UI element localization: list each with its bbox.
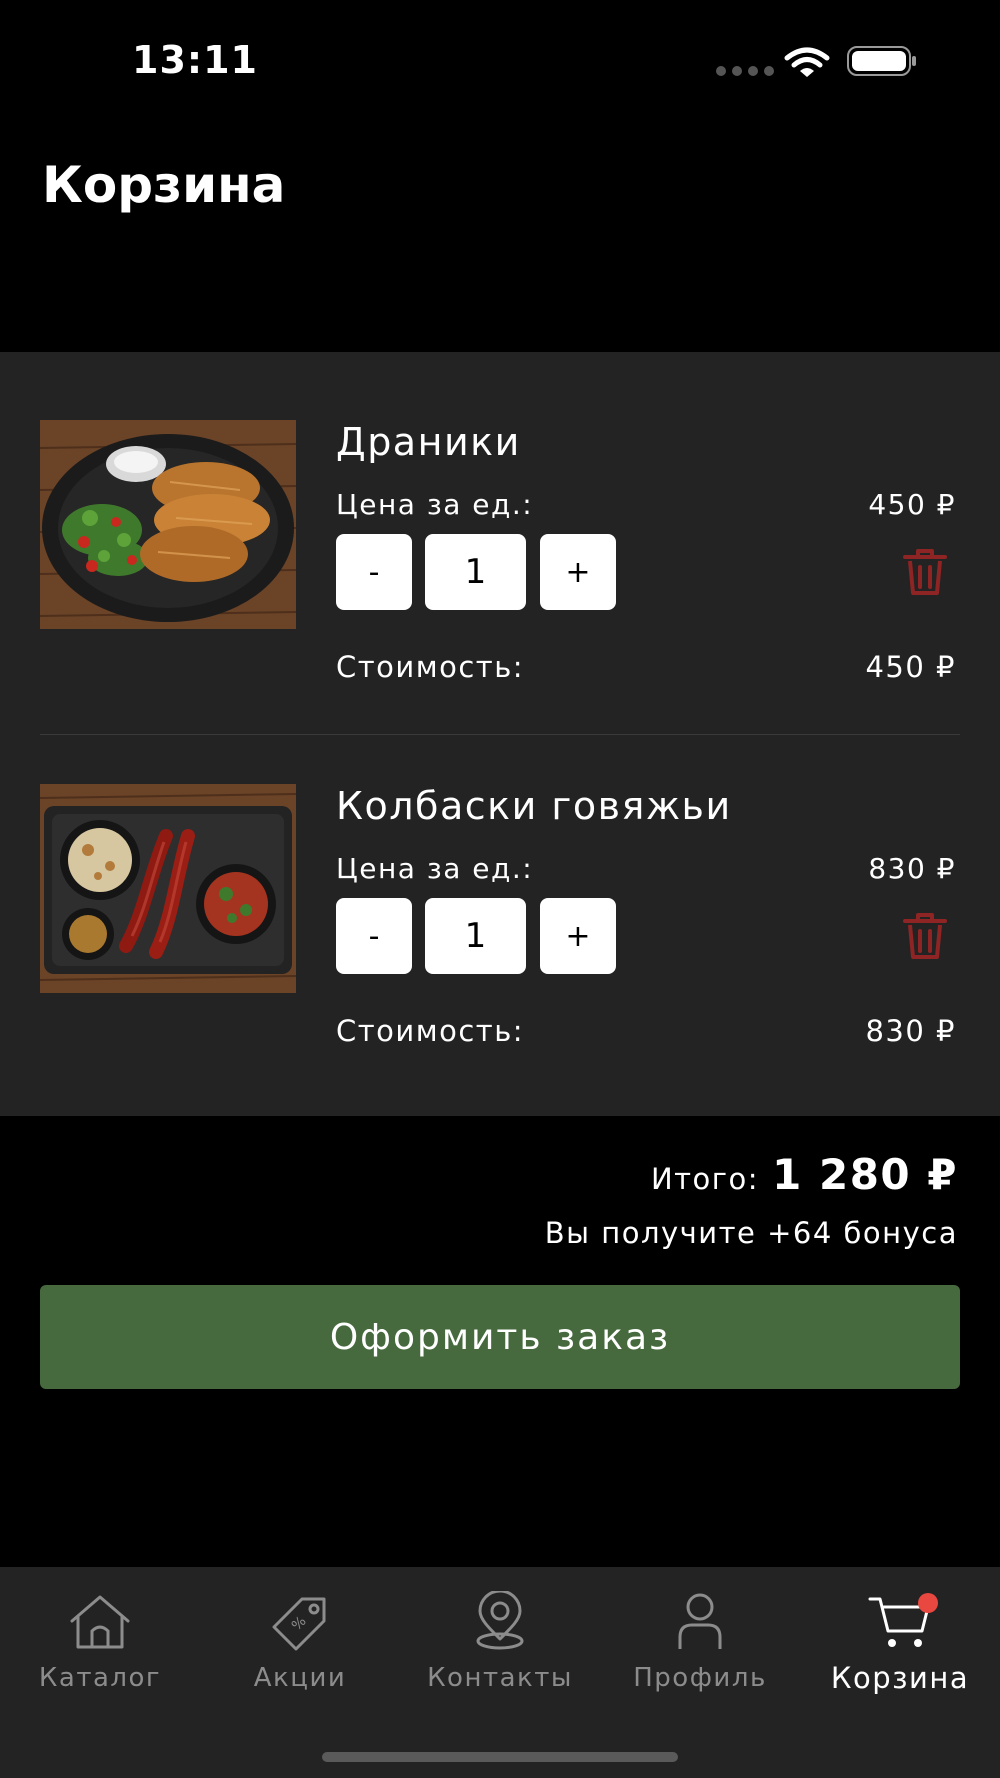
- quantity-field[interactable]: 1: [425, 534, 526, 610]
- cart-list: Драники Цена за ед.: 450 ₽ - 1 + Стоимос…: [0, 352, 1000, 1116]
- cart-item: Колбаски говяжьи Цена за ед.: 830 ₽ - 1 …: [0, 784, 1000, 1084]
- cost-label: Стоимость:: [336, 1014, 525, 1048]
- person-icon: [678, 1593, 722, 1649]
- unit-price-value: 450 ₽: [868, 488, 956, 521]
- total-label: Итого:: [650, 1162, 760, 1196]
- item-name: Драники: [336, 420, 521, 464]
- cart-item: Драники Цена за ед.: 450 ₽ - 1 + Стоимос…: [0, 420, 1000, 720]
- tab-cart[interactable]: Корзина: [800, 1567, 1000, 1727]
- unit-price-value: 830 ₽: [868, 852, 956, 885]
- cart-badge: [918, 1593, 938, 1613]
- order-total: Итого: 1 280 ₽: [651, 1150, 958, 1199]
- trash-icon[interactable]: [902, 548, 948, 596]
- tab-label: Контакты: [427, 1663, 573, 1693]
- cost-label: Стоимость:: [336, 650, 525, 684]
- increase-quantity-button[interactable]: +: [540, 898, 616, 974]
- tab-profile[interactable]: Профиль: [600, 1567, 800, 1727]
- item-photo-draniki[interactable]: [40, 420, 296, 629]
- page-title: Корзина: [42, 156, 286, 214]
- tab-bar: Каталог % Акции Контакты Профиль Корзина: [0, 1567, 1000, 1778]
- item-photo-beef-sausages[interactable]: [40, 784, 296, 993]
- quantity-field[interactable]: 1: [425, 898, 526, 974]
- item-name: Колбаски говяжьи: [336, 784, 732, 828]
- wifi-icon: [784, 47, 830, 77]
- decrease-quantity-button[interactable]: -: [336, 534, 412, 610]
- unit-price-label: Цена за ед.:: [336, 852, 534, 885]
- tab-label: Акции: [253, 1663, 347, 1693]
- bonus-text: Вы получите +64 бонуса: [544, 1216, 958, 1250]
- increase-quantity-button[interactable]: +: [540, 534, 616, 610]
- cost-value: 830 ₽: [865, 1014, 956, 1048]
- battery-icon: [847, 46, 916, 76]
- status-time: 13:11: [132, 38, 258, 82]
- tab-label: Профиль: [633, 1663, 767, 1693]
- status-bar: 13:11: [0, 0, 1000, 120]
- discount-tag-icon: %: [272, 1597, 326, 1651]
- cellular-signal-icon: [716, 66, 774, 76]
- decrease-quantity-button[interactable]: -: [336, 898, 412, 974]
- tab-contacts[interactable]: Контакты: [400, 1567, 600, 1727]
- item-divider: [40, 734, 960, 735]
- total-value: 1 280 ₽: [772, 1150, 958, 1199]
- tab-label: Каталог: [38, 1663, 162, 1693]
- unit-price-label: Цена за ед.:: [336, 488, 534, 521]
- cost-value: 450 ₽: [865, 650, 956, 684]
- location-pin-icon: [476, 1591, 524, 1650]
- svg-text:%: %: [289, 1613, 310, 1634]
- home-indicator[interactable]: [322, 1752, 678, 1762]
- trash-icon[interactable]: [902, 912, 948, 960]
- tab-catalog[interactable]: Каталог: [0, 1567, 200, 1727]
- home-icon: [70, 1595, 130, 1649]
- tab-label: Корзина: [830, 1661, 970, 1695]
- tab-promotions[interactable]: % Акции: [200, 1567, 400, 1727]
- checkout-button[interactable]: Оформить заказ: [40, 1285, 960, 1389]
